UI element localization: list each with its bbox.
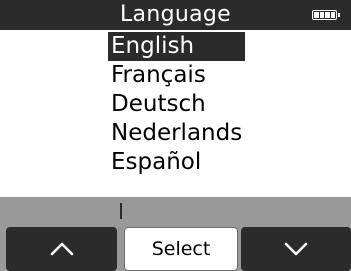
- scroll-up-button[interactable]: [6, 227, 117, 271]
- language-item-nederlands[interactable]: Nederlands: [108, 119, 248, 148]
- language-label: English: [111, 33, 195, 59]
- battery-cell: [319, 12, 324, 18]
- chevron-down-icon: [284, 242, 308, 256]
- language-item-english[interactable]: English: [108, 32, 245, 61]
- language-item-espanol[interactable]: Español: [108, 148, 248, 177]
- language-label: Français: [111, 62, 206, 88]
- chevron-up-icon: [50, 242, 73, 256]
- language-label: Nederlands: [111, 120, 243, 146]
- language-item-francais[interactable]: Français: [108, 61, 248, 90]
- softkey-bar: Select: [0, 225, 351, 271]
- text-cursor: [120, 203, 122, 219]
- screen-title: Language: [120, 2, 231, 27]
- battery-cell: [330, 12, 335, 18]
- battery-cell: [314, 12, 319, 18]
- select-button-label: Select: [151, 238, 211, 260]
- language-item-deutsch[interactable]: Deutsch: [108, 90, 248, 119]
- battery-cap: [338, 13, 340, 17]
- battery-cell: [325, 12, 330, 18]
- scroll-down-button[interactable]: [241, 227, 351, 271]
- language-label: Español: [111, 149, 202, 175]
- language-label: Deutsch: [111, 91, 206, 117]
- battery-icon: [312, 10, 340, 20]
- select-button[interactable]: Select: [124, 227, 238, 271]
- status-strip: [0, 197, 351, 225]
- title-bar: Language: [0, 0, 351, 30]
- language-list: English Français Deutsch Nederlands Espa…: [108, 32, 248, 177]
